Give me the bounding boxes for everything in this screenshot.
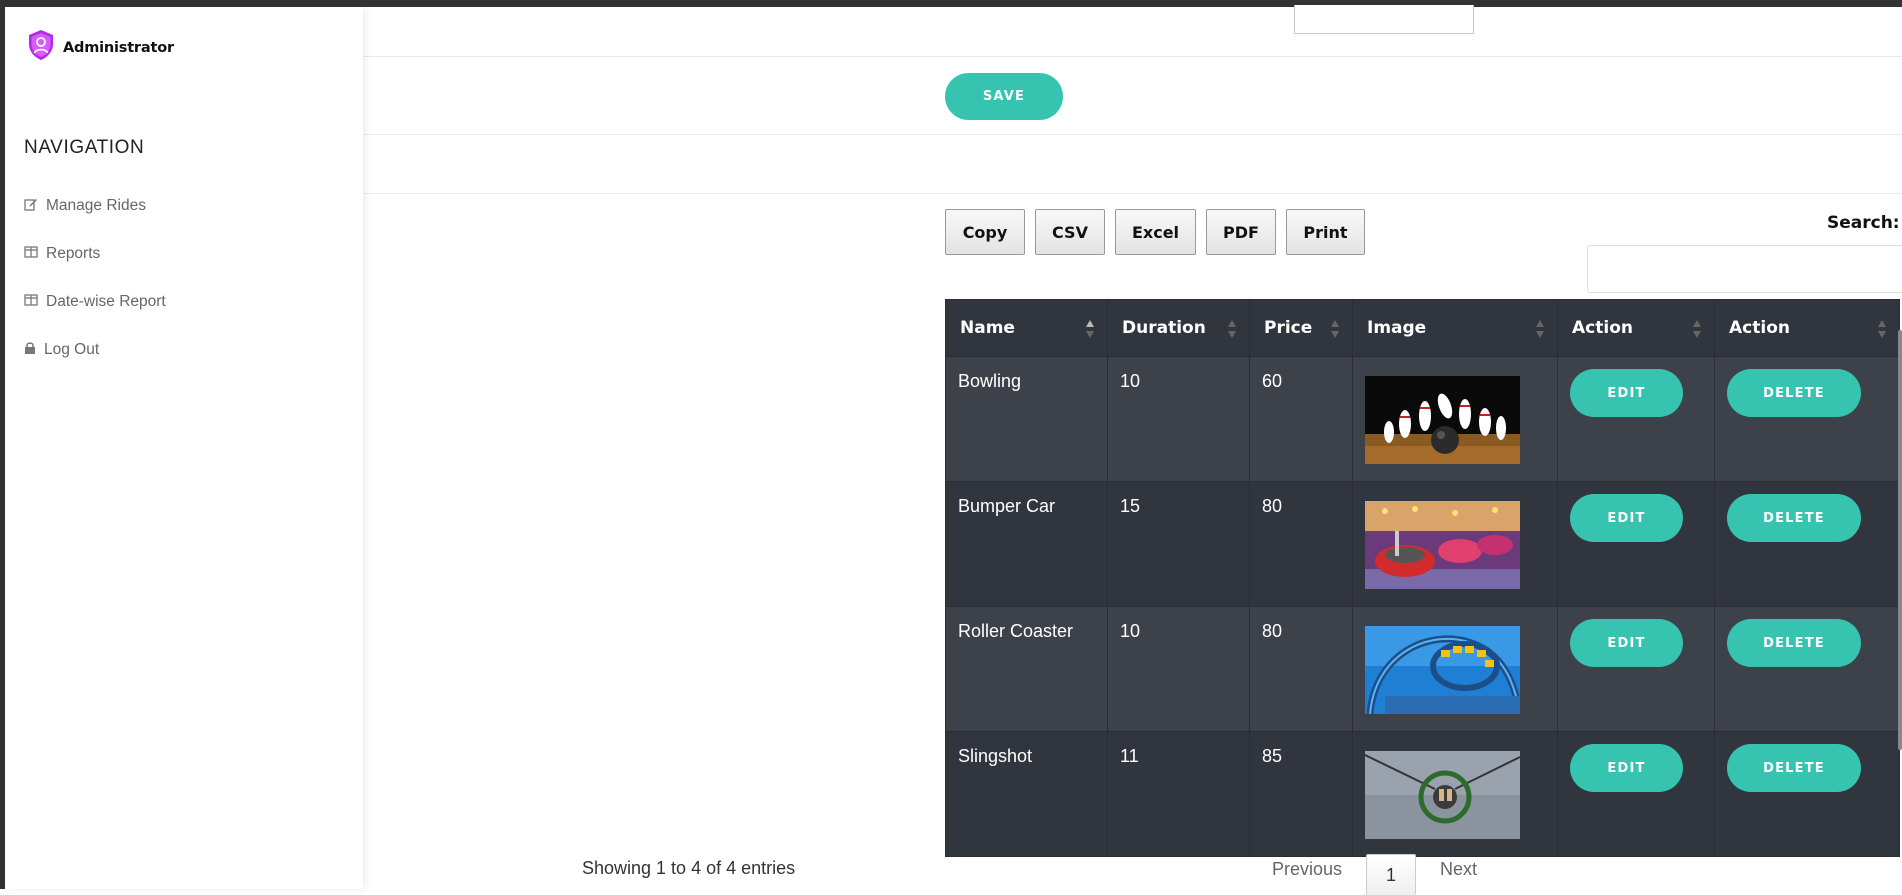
cell-name: Roller Coaster: [945, 606, 1108, 732]
sidebar-item-label: Log Out: [44, 341, 100, 358]
previous-page-button[interactable]: Previous: [1272, 859, 1342, 880]
bowling-image: [1365, 376, 1520, 464]
sidebar-item-date-wise-report[interactable]: Date-wise Report: [24, 278, 166, 326]
vertical-scrollbar[interactable]: [1898, 330, 1902, 750]
search-label: Search:: [1827, 213, 1900, 233]
cell-action-edit: EDIT: [1557, 356, 1715, 482]
print-button[interactable]: Print: [1286, 209, 1365, 255]
table-row: Bumper Car 15 80 EDIT DELETE: [945, 481, 1900, 607]
sort-icon: [1228, 320, 1236, 338]
cell-action-delete: DELETE: [1714, 356, 1900, 482]
cell-price: 80: [1249, 481, 1353, 607]
delete-button[interactable]: DELETE: [1727, 744, 1861, 792]
table-icon: [24, 293, 46, 312]
sort-icon: [1693, 320, 1701, 338]
next-page-button[interactable]: Next: [1440, 859, 1477, 880]
sidebar: Administrator NAVIGATION Manage Rides Re…: [5, 7, 363, 889]
nav-heading: NAVIGATION: [24, 137, 145, 158]
column-header-image[interactable]: Image: [1352, 299, 1558, 357]
cell-price: 60: [1249, 356, 1353, 482]
sidebar-item-log-out[interactable]: Log Out: [24, 326, 166, 374]
pagination: Previous 1 Next: [1272, 846, 1477, 895]
divider: [363, 56, 1902, 57]
divider: [363, 134, 1902, 135]
brand-name: Administrator: [63, 39, 174, 56]
cell-duration: 11: [1107, 731, 1250, 857]
divider: [363, 193, 1902, 194]
sidebar-item-label: Manage Rides: [46, 197, 146, 214]
table-header-row: Name Duration Price Image Action Action: [945, 299, 1900, 357]
cell-image: [1352, 356, 1558, 482]
cell-duration: 10: [1107, 606, 1250, 732]
column-header-price[interactable]: Price: [1249, 299, 1353, 357]
search-input[interactable]: [1587, 245, 1902, 293]
column-header-action-edit[interactable]: Action: [1557, 299, 1715, 357]
sidebar-item-reports[interactable]: Reports: [24, 230, 166, 278]
cell-price: 85: [1249, 731, 1353, 857]
delete-button[interactable]: DELETE: [1727, 619, 1861, 667]
cell-name: Bowling: [945, 356, 1108, 482]
sort-icon: [1536, 320, 1544, 338]
table-info: Showing 1 to 4 of 4 entries: [582, 858, 796, 878]
cell-action-edit: EDIT: [1557, 481, 1715, 607]
table-row: Bowling 10 60 EDIT DELETE: [945, 356, 1900, 482]
table-row: Roller Coaster 10 80 EDIT DELETE: [945, 606, 1900, 732]
brand[interactable]: Administrator: [27, 29, 174, 66]
excel-button[interactable]: Excel: [1115, 209, 1196, 255]
sort-icon: [1331, 320, 1339, 338]
cell-action-edit: EDIT: [1557, 606, 1715, 732]
main-content: SAVE Copy CSV Excel PDF Print Search: Na…: [363, 5, 1902, 889]
pdf-button[interactable]: PDF: [1206, 209, 1276, 255]
sidebar-item-manage-rides[interactable]: Manage Rides: [24, 182, 166, 230]
delete-button[interactable]: DELETE: [1727, 494, 1861, 542]
edit-button[interactable]: EDIT: [1570, 369, 1683, 417]
nav-list: Manage Rides Reports Date-wise Report Lo…: [24, 182, 166, 374]
table-icon: [24, 245, 46, 264]
save-button[interactable]: SAVE: [945, 73, 1063, 120]
bumper-car-image: [1365, 501, 1520, 589]
cell-action-edit: EDIT: [1557, 731, 1715, 857]
table-row: Slingshot 11 85 EDIT DELETE: [945, 731, 1900, 857]
cell-action-delete: DELETE: [1714, 606, 1900, 732]
edit-button[interactable]: EDIT: [1570, 744, 1683, 792]
form-input-partial[interactable]: [1294, 5, 1474, 34]
sidebar-item-label: Date-wise Report: [46, 293, 166, 310]
cell-duration: 10: [1107, 356, 1250, 482]
roller-coaster-image: [1365, 626, 1520, 714]
window-top-border: [0, 0, 1902, 7]
lock-icon: [24, 341, 44, 360]
cell-name: Slingshot: [945, 731, 1108, 857]
copy-button[interactable]: Copy: [945, 209, 1025, 255]
column-header-duration[interactable]: Duration: [1107, 299, 1250, 357]
cell-price: 80: [1249, 606, 1353, 732]
slingshot-image: [1365, 751, 1520, 839]
csv-button[interactable]: CSV: [1035, 209, 1105, 255]
cell-action-delete: DELETE: [1714, 481, 1900, 607]
delete-button[interactable]: DELETE: [1727, 369, 1861, 417]
cell-duration: 15: [1107, 481, 1250, 607]
shield-user-icon: [27, 29, 55, 66]
column-header-name[interactable]: Name: [945, 299, 1108, 357]
sidebar-item-label: Reports: [46, 245, 101, 262]
cell-action-delete: DELETE: [1714, 731, 1900, 857]
edit-button[interactable]: EDIT: [1570, 619, 1683, 667]
edit-icon: [24, 197, 46, 216]
sort-icon: [1878, 320, 1886, 338]
edit-button[interactable]: EDIT: [1570, 494, 1683, 542]
cell-image: [1352, 481, 1558, 607]
cell-image: [1352, 731, 1558, 857]
sort-icon: [1086, 320, 1094, 338]
rides-table: Name Duration Price Image Action Action: [945, 299, 1900, 857]
column-header-action-delete[interactable]: Action: [1714, 299, 1900, 357]
export-buttons: Copy CSV Excel PDF Print: [945, 209, 1375, 255]
cell-name: Bumper Car: [945, 481, 1108, 607]
cell-image: [1352, 606, 1558, 732]
